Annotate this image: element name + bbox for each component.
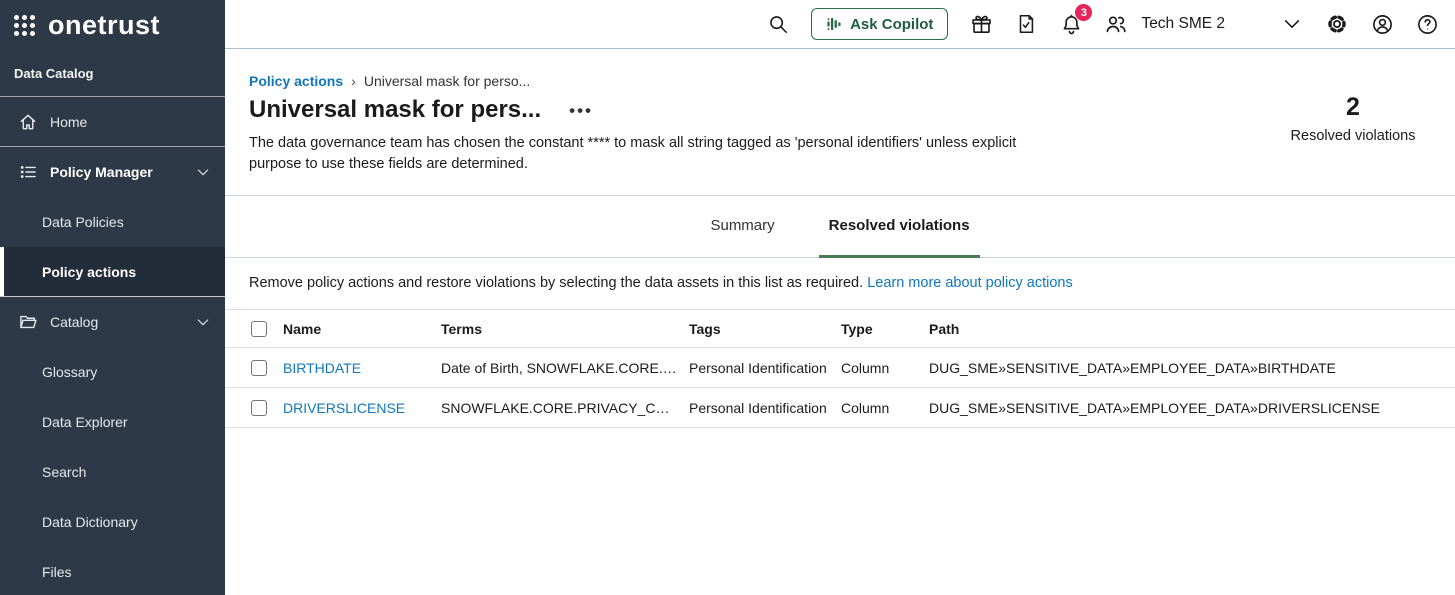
- sidebar-item-label: Files: [42, 564, 211, 580]
- chevron-down-icon[interactable]: [1280, 12, 1304, 36]
- breadcrumb: Policy actions › Universal mask for pers…: [249, 73, 1049, 89]
- tags-cell: Personal Identification: [689, 360, 829, 376]
- asset-name-link[interactable]: BIRTHDATE: [283, 360, 429, 376]
- sidebar-item-data-explorer[interactable]: Data Explorer: [0, 397, 225, 447]
- gift-icon[interactable]: [969, 12, 993, 36]
- user-name-label: Tech SME 2: [1141, 15, 1225, 33]
- column-header-name: Name: [283, 321, 429, 337]
- sidebar-item-data-dictionary[interactable]: Data Dictionary: [0, 497, 225, 547]
- sidebar-item-label: Policy actions: [42, 264, 211, 280]
- page-title: Universal mask for pers...: [249, 96, 541, 124]
- ask-copilot-button[interactable]: Ask Copilot: [811, 8, 948, 40]
- page-header: Policy actions › Universal mask for pers…: [225, 49, 1455, 195]
- copilot-bars-icon: [826, 15, 842, 33]
- tab-resolved-violations[interactable]: Resolved violations: [819, 196, 980, 258]
- app-window: onetrust Data Catalog Home Policy Manage…: [0, 0, 1455, 595]
- path-cell: DUG_SME»SENSITIVE_DATA»EMPLOYEE_DATA»BIR…: [929, 360, 1439, 376]
- logo-text: onetrust: [48, 10, 160, 41]
- counter-value: 2: [1346, 93, 1360, 122]
- counter-label: Resolved violations: [1291, 128, 1416, 144]
- terms-cell: Date of Birth, SNOWFLAKE.CORE.PRI...: [441, 360, 677, 376]
- path-cell: DUG_SME»SENSITIVE_DATA»EMPLOYEE_DATA»DRI…: [929, 400, 1439, 416]
- table-header-row: Name Terms Tags Type Path: [225, 309, 1455, 348]
- main-content: Policy actions › Universal mask for pers…: [225, 49, 1455, 595]
- sidebar-item-policy-actions[interactable]: Policy actions: [0, 247, 225, 297]
- learn-more-link[interactable]: Learn more about policy actions: [867, 275, 1073, 291]
- sidebar-item-label: Data Explorer: [42, 414, 211, 430]
- resolved-violations-counter: 2 Resolved violations: [1273, 93, 1433, 195]
- table-row: DRIVERSLICENSE SNOWFLAKE.CORE.PRIVACY_CA…: [225, 388, 1455, 428]
- violations-table: Name Terms Tags Type Path BIRTHDATE Date…: [225, 309, 1455, 428]
- note-text: Remove policy actions and restore violat…: [249, 275, 863, 291]
- breadcrumb-policy-actions[interactable]: Policy actions: [249, 73, 343, 89]
- breadcrumb-current: Universal mask for perso...: [364, 73, 531, 89]
- instruction-note: Remove policy actions and restore violat…: [225, 258, 1455, 307]
- help-icon[interactable]: [1415, 12, 1439, 36]
- sidebar-item-files[interactable]: Files: [0, 547, 225, 595]
- row-checkbox[interactable]: [251, 400, 267, 416]
- row-checkbox[interactable]: [251, 360, 267, 376]
- sidebar-item-data-policies[interactable]: Data Policies: [0, 197, 225, 247]
- sidebar-item-label: Data Dictionary: [42, 514, 211, 530]
- user-group-icon[interactable]: [1104, 12, 1128, 36]
- app-name-label: Data Catalog: [0, 50, 225, 97]
- tab-summary[interactable]: Summary: [700, 196, 784, 258]
- sidebar-item-policy-manager[interactable]: Policy Manager: [0, 147, 225, 197]
- home-icon: [18, 112, 38, 132]
- sidebar-item-home[interactable]: Home: [0, 97, 225, 147]
- column-header-terms: Terms: [441, 321, 677, 337]
- type-cell: Column: [841, 400, 917, 416]
- asset-name-link[interactable]: DRIVERSLICENSE: [283, 400, 429, 416]
- sidebar-item-catalog[interactable]: Catalog: [0, 297, 225, 347]
- terms-cell: SNOWFLAKE.CORE.PRIVACY_CATEG...: [441, 400, 677, 416]
- chevron-down-icon[interactable]: [195, 314, 211, 330]
- sidebar-item-glossary[interactable]: Glossary: [0, 347, 225, 397]
- page-description: The data governance team has chosen the …: [249, 133, 1049, 175]
- notification-badge: 3: [1075, 4, 1092, 21]
- task-doc-icon[interactable]: [1014, 12, 1038, 36]
- tags-cell: Personal Identification: [689, 400, 829, 416]
- chevron-down-icon[interactable]: [195, 164, 211, 180]
- column-header-path: Path: [929, 321, 1439, 337]
- gear-icon[interactable]: [1325, 12, 1349, 36]
- sidebar-item-label: Search: [42, 464, 211, 480]
- sidebar-item-label: Policy Manager: [50, 164, 183, 180]
- logo: onetrust: [0, 0, 225, 50]
- column-header-tags: Tags: [689, 321, 829, 337]
- column-header-type: Type: [841, 321, 917, 337]
- sidebar-item-label: Data Policies: [42, 214, 211, 230]
- search-icon[interactable]: [766, 12, 790, 36]
- more-actions-icon[interactable]: •••: [569, 102, 593, 119]
- list-icon: [18, 162, 38, 182]
- breadcrumb-separator: ›: [351, 73, 356, 89]
- sidebar-item-label: Home: [50, 114, 211, 130]
- sidebar: onetrust Data Catalog Home Policy Manage…: [0, 0, 225, 595]
- folder-icon: [18, 312, 38, 332]
- account-icon[interactable]: [1370, 12, 1394, 36]
- table-row: BIRTHDATE Date of Birth, SNOWFLAKE.CORE.…: [225, 348, 1455, 388]
- sidebar-item-label: Catalog: [50, 314, 183, 330]
- notifications-bell-icon[interactable]: 3: [1059, 12, 1083, 36]
- tab-bar: Summary Resolved violations: [225, 196, 1455, 258]
- sidebar-item-label: Glossary: [42, 364, 211, 380]
- topbar: Ask Copilot 3 Tech SME 2: [225, 0, 1455, 49]
- ask-copilot-label: Ask Copilot: [850, 16, 933, 33]
- onetrust-logo-mark-icon: [14, 15, 35, 36]
- sidebar-item-search[interactable]: Search: [0, 447, 225, 497]
- type-cell: Column: [841, 360, 917, 376]
- select-all-checkbox[interactable]: [251, 321, 267, 337]
